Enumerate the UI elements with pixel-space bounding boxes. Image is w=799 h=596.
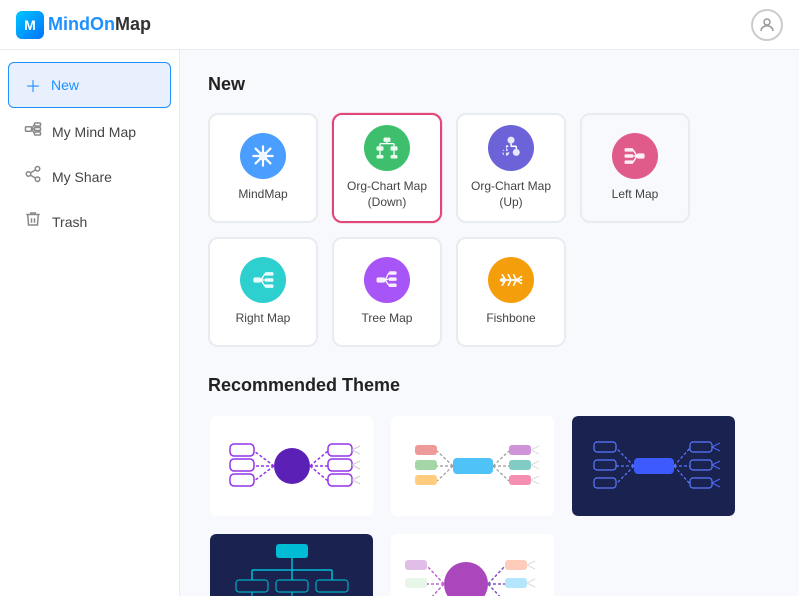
header: M MindOnMap: [0, 0, 799, 50]
map-card-fishbone[interactable]: Fishbone: [456, 237, 566, 347]
mindmap-card-label: MindMap: [238, 187, 287, 203]
map-grid: MindMap: [208, 113, 771, 347]
mindmap-icon: [24, 120, 42, 143]
share-icon: [24, 165, 42, 188]
fishbone-card-label: Fishbone: [486, 311, 535, 327]
main-content: New MindMap: [180, 50, 799, 596]
map-card-leftmap[interactable]: Left Map: [580, 113, 690, 223]
leftmap-card-icon: [612, 133, 658, 179]
rightmap-card-icon: [240, 257, 286, 303]
sidebar-item-myshare[interactable]: My Share: [8, 155, 171, 198]
logo: M MindOnMap: [16, 11, 151, 39]
logo-icon: M: [16, 11, 44, 39]
new-section-title: New: [208, 74, 771, 95]
recommended-section-title: Recommended Theme: [208, 375, 771, 396]
map-card-treemap[interactable]: Tree Map: [332, 237, 442, 347]
sidebar-trash-label: Trash: [52, 214, 87, 230]
treemap-card-icon: [364, 257, 410, 303]
treemap-card-label: Tree Map: [362, 311, 413, 327]
theme-card-4[interactable]: [208, 532, 375, 596]
sidebar-mymindmap-label: My Mind Map: [52, 124, 136, 140]
sidebar: ＋ New My Mind Map: [0, 50, 180, 596]
orgup-card-label: Org-Chart Map (Up): [458, 179, 564, 210]
orgdown-card-icon: [364, 125, 410, 171]
sidebar-myshare-label: My Share: [52, 169, 112, 185]
map-card-orgup[interactable]: Ψ Org-Chart Map (Up): [456, 113, 566, 223]
orgdown-card-label: Org-Chart Map (Down): [347, 179, 427, 210]
leftmap-card-label: Left Map: [612, 187, 659, 203]
svg-text:Ψ: Ψ: [499, 143, 512, 160]
sidebar-item-new[interactable]: ＋ New: [8, 62, 171, 108]
trash-icon: [24, 210, 42, 233]
theme-card-3[interactable]: [570, 414, 737, 518]
orgup-card-icon: Ψ: [488, 125, 534, 171]
map-card-mindmap[interactable]: MindMap: [208, 113, 318, 223]
sidebar-new-label: New: [51, 77, 79, 93]
map-card-orgdown[interactable]: Org-Chart Map (Down): [332, 113, 442, 223]
theme-grid: [208, 414, 771, 596]
theme-card-2[interactable]: [389, 414, 556, 518]
sidebar-item-trash[interactable]: Trash: [8, 200, 171, 243]
rightmap-card-label: Right Map: [236, 311, 291, 327]
sidebar-item-mymindmap[interactable]: My Mind Map: [8, 110, 171, 153]
main-layout: ＋ New My Mind Map: [0, 50, 799, 596]
user-avatar-icon[interactable]: [751, 9, 783, 41]
map-card-rightmap[interactable]: Right Map: [208, 237, 318, 347]
mindmap-card-icon: [240, 133, 286, 179]
plus-icon: ＋: [25, 73, 41, 97]
theme-card-5[interactable]: [389, 532, 556, 596]
theme-card-1[interactable]: [208, 414, 375, 518]
fishbone-card-icon: [488, 257, 534, 303]
logo-text: MindOnMap: [48, 14, 151, 35]
